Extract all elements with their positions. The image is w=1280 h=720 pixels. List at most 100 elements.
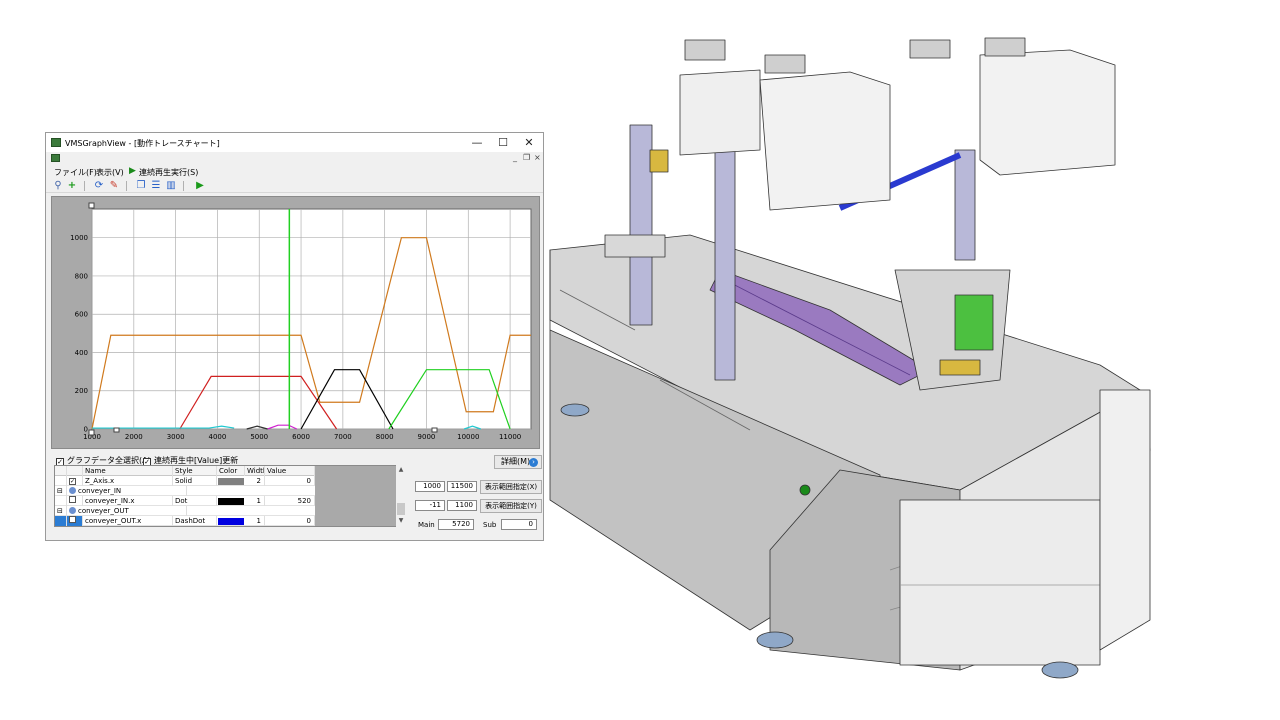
mdi-minimize-button[interactable]: _ (513, 153, 517, 162)
series-style[interactable]: Dot (173, 496, 217, 506)
x-range-button[interactable]: 表示範囲指定(X) (480, 480, 542, 494)
series-width[interactable]: 1 (245, 496, 265, 506)
visible-checkbox[interactable] (69, 496, 76, 503)
series-style[interactable]: DashDot (173, 516, 217, 526)
row-checkbox[interactable] (67, 496, 83, 506)
x-tick-label: 6000 (292, 433, 310, 441)
motor (684, 39, 726, 61)
table-row[interactable]: conveyer_OUT.x DashDot 1 0 (55, 516, 315, 526)
color-swatch[interactable] (218, 518, 244, 525)
title-bar: VMSGraphView - [動作トレースチャート] — ☐ ✕ (46, 133, 543, 152)
y-scroll-handle (88, 202, 95, 209)
tile-vertical-icon[interactable]: ▥ (165, 180, 177, 192)
x-min-input[interactable]: 1000 (415, 481, 445, 492)
grid-scrollbar[interactable]: ▲ ▼ (396, 465, 406, 527)
y-min-input[interactable]: -11 (415, 500, 445, 511)
header-width[interactable]: Width (245, 466, 265, 476)
minimize-button[interactable]: — (464, 134, 490, 151)
scroll-up-icon[interactable]: ▲ (397, 466, 405, 474)
yellow-block (649, 149, 669, 173)
mdi-child-icon (51, 154, 60, 162)
x-scroll-handle (88, 429, 95, 436)
grid-header: Name Style Color Width Value (55, 466, 315, 476)
range-handle (113, 427, 120, 433)
expand-toggle[interactable]: ⊟ (55, 486, 67, 496)
header-color[interactable]: Color (217, 466, 245, 476)
binoculars-icon[interactable]: ⚲ (52, 180, 64, 192)
row-selector[interactable] (55, 496, 67, 506)
x-max-input[interactable]: 11500 (447, 481, 477, 492)
main-cursor-input[interactable]: 5720 (438, 519, 474, 530)
cascade-icon[interactable]: ❐ (135, 180, 147, 192)
side-cover (1099, 389, 1151, 651)
y-tick-label: 200 (75, 387, 88, 395)
indicator-lamp (799, 484, 811, 496)
x-tick-label: 11000 (499, 433, 521, 441)
toolbar: ⚲ + ⟳ ✎ ❐ ☰ ▥ ▶ (46, 179, 543, 193)
head-housing (759, 71, 891, 211)
scroll-thumb[interactable] (397, 503, 405, 515)
group-name: conveyer_IN (78, 487, 122, 495)
group-name: conveyer_OUT (78, 507, 129, 515)
table-row[interactable]: conveyer_IN.x Dot 1 520 (55, 496, 315, 506)
column (954, 149, 976, 261)
row-selector[interactable] (55, 476, 67, 486)
select-all-label: グラフデータ全選択(A) (67, 456, 151, 465)
visible-checkbox[interactable]: ✓ (69, 478, 76, 485)
header-name[interactable]: Name (83, 466, 173, 476)
machine-3d-model (549, 37, 1151, 679)
detail-button[interactable]: 詳細(M) › (494, 455, 542, 469)
sub-cursor-input[interactable]: 0 (501, 519, 537, 530)
foot (1041, 661, 1079, 679)
window-title: VMSGraphView - [動作トレースチャート] (65, 139, 220, 148)
tile-horizontal-icon[interactable]: ☰ (150, 180, 162, 192)
arrow-down-circle-icon: › (529, 458, 538, 467)
menu-continuous-play[interactable]: 連続再生実行(S) (139, 167, 198, 178)
menu-view[interactable]: 表示(V) (96, 167, 124, 178)
x-tick-label: 7000 (334, 433, 352, 441)
row-checkbox[interactable] (67, 516, 83, 526)
motor (909, 39, 951, 59)
add-icon[interactable]: + (66, 180, 78, 192)
app-icon (51, 138, 61, 147)
series-width[interactable]: 1 (245, 516, 265, 526)
color-swatch[interactable] (218, 498, 244, 505)
series-value: 520 (265, 496, 315, 506)
update-value-label: 連続再生中[Value]更新 (154, 456, 239, 465)
table-row[interactable]: ✓ Z_Axis.x Solid 2 0 (55, 476, 315, 486)
expand-toggle[interactable]: ⊟ (55, 506, 67, 516)
scroll-down-icon[interactable]: ▼ (397, 517, 405, 525)
work-plate (604, 234, 666, 258)
x-tick-label: 3000 (167, 433, 185, 441)
series-style[interactable]: Solid (173, 476, 217, 486)
y-tick-label: 1000 (70, 234, 88, 242)
green-fixture (954, 294, 994, 351)
palette-icon[interactable]: ✎ (108, 180, 120, 192)
yellow-block (939, 359, 981, 376)
play-button-icon[interactable]: ▶ (194, 180, 206, 192)
group-row[interactable]: ⊟ conveyer_OUT (55, 506, 315, 516)
maximize-button[interactable]: ☐ (490, 134, 516, 151)
x-tick-label: 4000 (209, 433, 227, 441)
y-tick-label: 400 (75, 349, 88, 357)
trace-chart[interactable]: 1000 2000 3000 4000 5000 6000 7000 8000 9000 1000… (51, 196, 540, 449)
series-width[interactable]: 2 (245, 476, 265, 486)
main-label: Main (418, 521, 435, 529)
visible-checkbox[interactable] (69, 516, 76, 523)
refresh-icon[interactable]: ⟳ (93, 180, 105, 192)
menu-file[interactable]: ファイル(F) (54, 167, 97, 178)
group-label: conveyer_OUT (67, 506, 187, 516)
row-checkbox[interactable]: ✓ (67, 476, 83, 486)
y-range-button[interactable]: 表示範囲指定(Y) (480, 499, 542, 513)
y-tick-label: 600 (75, 311, 88, 319)
header-cell (67, 466, 83, 476)
header-value[interactable]: Value (265, 466, 315, 476)
y-max-input[interactable]: 1100 (447, 500, 477, 511)
group-row[interactable]: ⊟ conveyer_IN (55, 486, 315, 496)
sub-label: Sub (483, 521, 497, 529)
mdi-restore-button[interactable]: ❐ (523, 153, 530, 162)
header-style[interactable]: Style (173, 466, 217, 476)
close-button[interactable]: ✕ (516, 134, 542, 151)
color-swatch[interactable] (218, 478, 244, 485)
row-selector-selected[interactable] (55, 516, 67, 526)
